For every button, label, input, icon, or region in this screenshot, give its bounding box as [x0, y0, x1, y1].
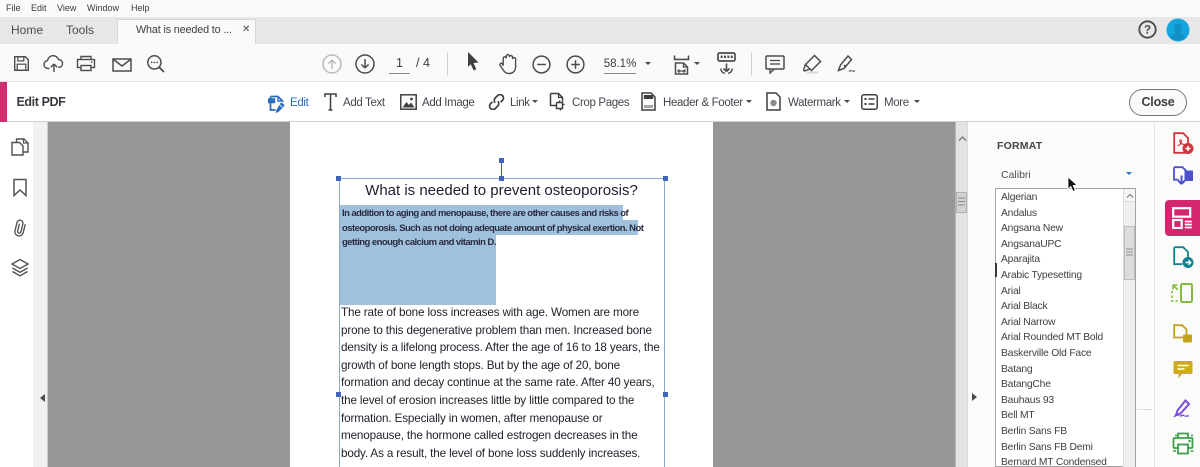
- svg-text:?: ?: [1144, 25, 1151, 37]
